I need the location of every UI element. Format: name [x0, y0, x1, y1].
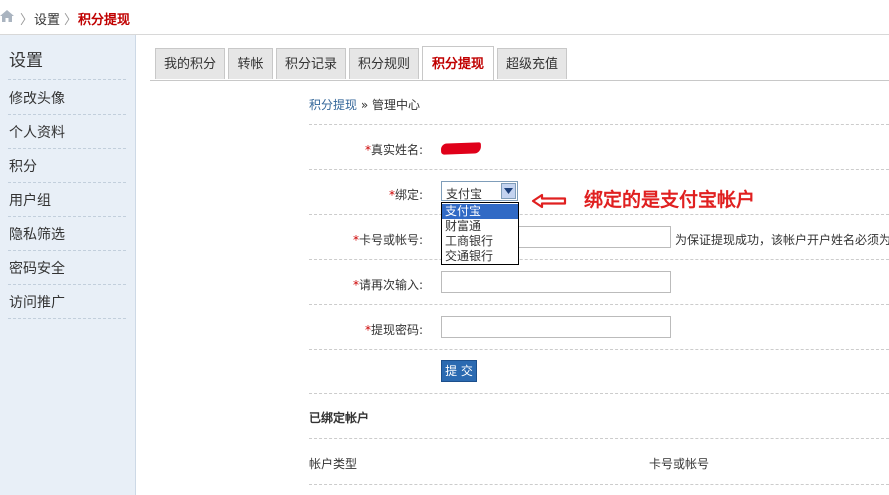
sidebar-item-usergroup[interactable]: 用户组 — [9, 190, 51, 210]
tab-withdraw[interactable]: 积分提现 — [422, 46, 494, 80]
bind-dropdown: 支付宝 财富通 工商银行 交通银行 — [441, 202, 519, 265]
bind-select-value: 支付宝 — [446, 187, 483, 201]
divider — [8, 79, 126, 80]
bind-option-bocom[interactable]: 交通银行 — [442, 249, 518, 264]
account-label: *卡号或帐号: — [352, 233, 423, 247]
sidebar-item-credits[interactable]: 积分 — [9, 156, 37, 176]
divider — [309, 124, 889, 125]
column-header-account-type: 帐户类型 — [309, 457, 358, 471]
divider — [309, 169, 889, 170]
divider — [309, 214, 889, 215]
bind-option-tenpay[interactable]: 财富通 — [442, 219, 518, 234]
real-name-label: *真实姓名: — [364, 143, 423, 157]
bind-select[interactable]: 支付宝 — [441, 181, 518, 201]
sidebar-title: 设置 — [9, 51, 43, 71]
sidebar-item-profile[interactable]: 个人资料 — [9, 122, 65, 142]
page-breadcrumb-separator: » — [360, 98, 369, 112]
divider — [8, 114, 126, 115]
redacted-name — [440, 142, 482, 155]
sidebar: 设置 修改头像 个人资料 积分 用户组 隐私筛选 密码安全 访问推广 — [0, 35, 136, 495]
sidebar-item-password[interactable]: 密码安全 — [9, 258, 65, 278]
tab-bar: 我的积分 转帐 积分记录 积分规则 积分提现 超级充值 — [150, 46, 889, 81]
sidebar-item-privacy[interactable]: 隐私筛选 — [9, 224, 65, 244]
reenter-label: *请再次输入: — [352, 278, 423, 292]
divider — [8, 284, 126, 285]
page-breadcrumb-link[interactable]: 积分提现 — [309, 98, 357, 112]
tab-credit-log[interactable]: 积分记录 — [276, 48, 346, 79]
page-breadcrumb: 积分提现 » 管理中心 — [309, 96, 420, 113]
sidebar-item-promotion[interactable]: 访问推广 — [9, 292, 65, 312]
tab-recharge[interactable]: 超级充值 — [497, 48, 567, 79]
divider — [309, 393, 889, 394]
divider — [309, 484, 889, 485]
divider — [309, 259, 889, 260]
tab-transfer[interactable]: 转帐 — [228, 48, 273, 79]
divider — [8, 148, 126, 149]
withdraw-password-label: *提现密码: — [364, 323, 423, 337]
submit-button[interactable]: 提 交 — [441, 360, 477, 382]
account-hint: 为保证提现成功，该帐户开户姓名必须为 — [675, 233, 889, 247]
bound-accounts-title: 已绑定帐户 — [309, 411, 370, 425]
home-icon[interactable] — [0, 10, 14, 22]
column-header-account-number: 卡号或帐号 — [649, 457, 710, 471]
withdraw-password-input[interactable] — [441, 316, 671, 338]
tab-credit-rules[interactable]: 积分规则 — [349, 48, 419, 79]
bind-option-icbc[interactable]: 工商银行 — [442, 234, 518, 249]
chevron-down-icon[interactable] — [501, 183, 516, 199]
breadcrumb-current: 积分提现 — [78, 13, 131, 28]
bind-option-alipay[interactable]: 支付宝 — [442, 204, 518, 219]
annotation-text: 绑定的是支付宝帐户 — [584, 189, 756, 211]
bind-label: *绑定: — [388, 188, 423, 202]
divider — [8, 250, 126, 251]
tab-my-credits[interactable]: 我的积分 — [155, 48, 225, 79]
divider — [8, 318, 126, 319]
divider — [8, 216, 126, 217]
sidebar-item-avatar[interactable]: 修改头像 — [9, 88, 65, 108]
breadcrumb-separator: 〉 — [64, 13, 78, 28]
page-breadcrumb-current: 管理中心 — [372, 98, 421, 112]
breadcrumb: 〉 设置 〉 积分提现 — [0, 0, 889, 35]
divider — [309, 438, 889, 439]
reenter-input[interactable] — [441, 271, 671, 293]
breadcrumb-separator: 〉 — [20, 13, 34, 28]
divider — [8, 182, 126, 183]
breadcrumb-item-settings[interactable]: 设置 — [34, 9, 60, 28]
divider — [309, 304, 889, 305]
divider — [309, 349, 889, 350]
arrow-left-icon — [531, 193, 567, 209]
